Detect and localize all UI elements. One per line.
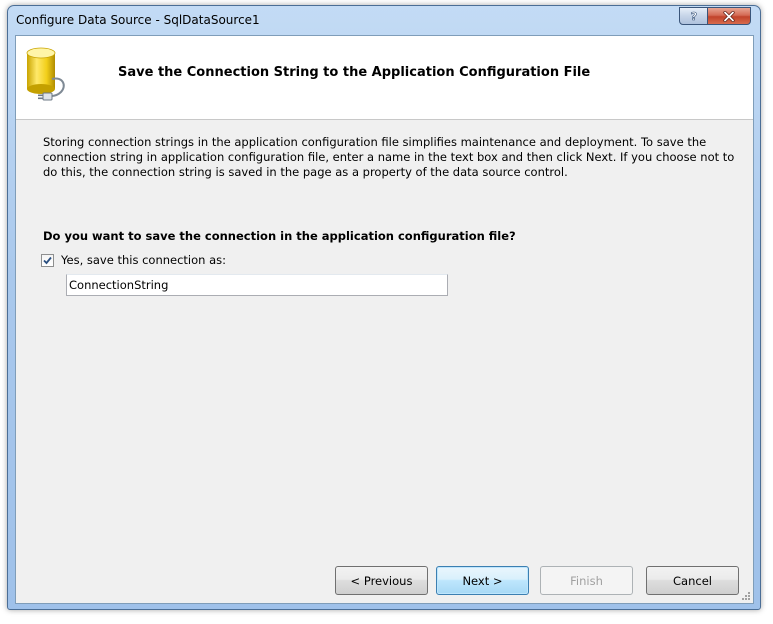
help-icon: ?	[690, 10, 697, 22]
title-bar[interactable]: Configure Data Source - SqlDataSource1 ?	[8, 6, 760, 34]
svg-text:?: ?	[690, 10, 696, 22]
connection-name-input[interactable]	[66, 274, 448, 296]
next-button[interactable]: Next >	[436, 566, 529, 595]
window-title: Configure Data Source - SqlDataSource1	[16, 13, 260, 27]
cancel-button[interactable]: Cancel	[646, 566, 739, 595]
database-connection-icon	[26, 47, 65, 101]
save-connection-option[interactable]: Yes, save this connection as:	[41, 253, 226, 267]
resize-grip-icon[interactable]	[741, 591, 751, 601]
dialog-window: Configure Data Source - SqlDataSource1 ?	[7, 5, 761, 610]
page-title: Save the Connection String to the Applic…	[118, 65, 591, 80]
description-text: Storing connection strings in the applic…	[43, 135, 735, 179]
wizard-header: Save the Connection String to the Applic…	[16, 36, 753, 120]
previous-button[interactable]: < Previous	[335, 566, 428, 595]
finish-button[interactable]: Finish	[540, 566, 633, 595]
save-connection-label: Yes, save this connection as:	[61, 253, 227, 267]
save-connection-checkbox[interactable]	[41, 253, 54, 267]
close-icon	[723, 10, 735, 22]
checkmark-icon	[43, 256, 52, 264]
dialog-client-area: Save the Connection String to the Applic…	[15, 35, 754, 604]
help-button[interactable]: ?	[679, 7, 708, 25]
save-question-label: Do you want to save the connection in th…	[43, 229, 516, 243]
close-button[interactable]	[707, 7, 751, 25]
